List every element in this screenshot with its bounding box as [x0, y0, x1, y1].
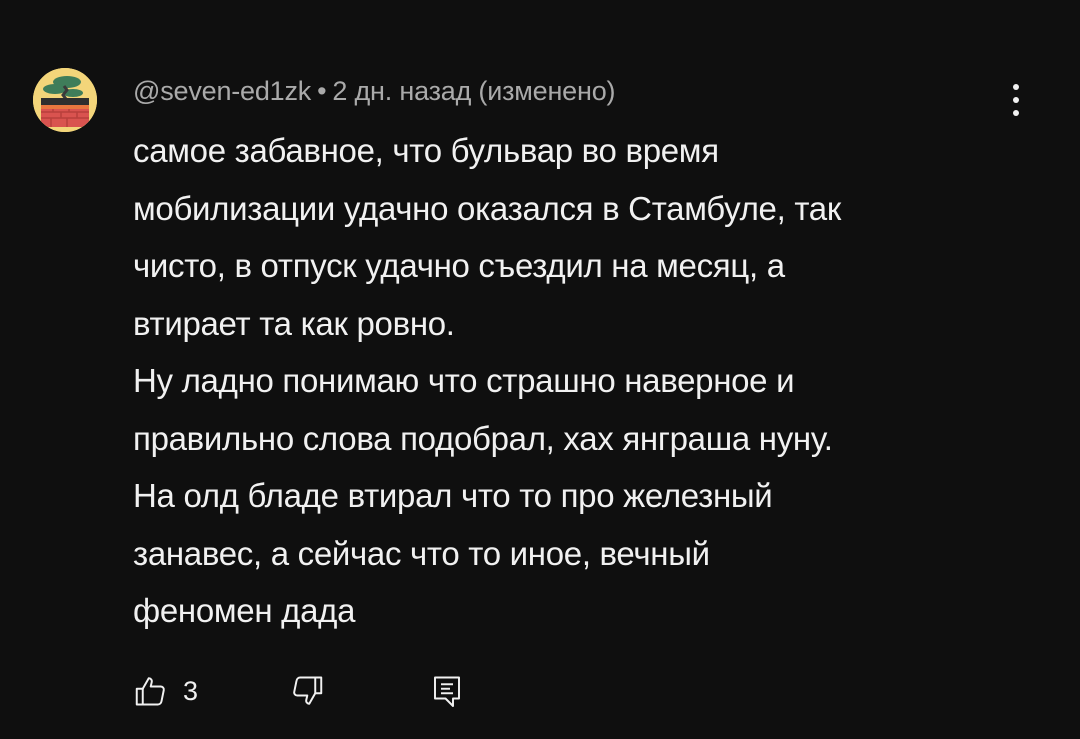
avatar[interactable] — [33, 68, 97, 132]
comment-timestamp[interactable]: 2 дн. назад (изменено) — [332, 76, 615, 106]
like-button[interactable]: 3 — [133, 666, 198, 716]
comment-text-line: втирает та как ровно. — [133, 304, 455, 342]
dislike-button[interactable] — [289, 666, 325, 716]
like-count: 3 — [183, 675, 199, 706]
comment-text-line: чисто, в отпуск удачно съездил на месяц,… — [133, 247, 785, 284]
comment-text-line: мобилизации удачно оказался в Стамбуле, … — [133, 189, 841, 227]
reply-button[interactable] — [429, 666, 465, 716]
comment-thread-item: @seven-ed1zk • 2 дн. назад (изменено) само… — [0, 0, 1080, 739]
meta-separator: • — [317, 76, 327, 106]
comment-text-line: занавес, а сейчас что то иное, вечный — [133, 534, 710, 572]
thumbs-down-icon — [293, 676, 323, 705]
comment-text-line: Ну ладно понимаю что страшно наверное и — [133, 362, 795, 399]
reply-icon — [434, 676, 460, 707]
thumbs-up-icon — [135, 677, 165, 706]
bonsai-avatar-icon — [33, 68, 97, 132]
comment-text-line: правильно слова подобрал, хах янграша ну… — [133, 419, 833, 457]
comment-header: @seven-ed1zk • 2 дн. назад (изменено) — [133, 76, 616, 107]
more-vert-icon[interactable] — [998, 78, 1034, 122]
author-handle[interactable]: @seven-ed1zk — [133, 76, 311, 106]
comment-text: самое забавное, что бульвар во время моб… — [133, 122, 1033, 640]
comment-text-line: На олд бладе втирал что то про железный — [133, 477, 773, 514]
comment-text-line: самое забавное, что бульвар во время — [133, 132, 719, 169]
comment-action-bar: 3 — [133, 666, 533, 716]
comment-text-line: феномен дада — [133, 592, 356, 629]
